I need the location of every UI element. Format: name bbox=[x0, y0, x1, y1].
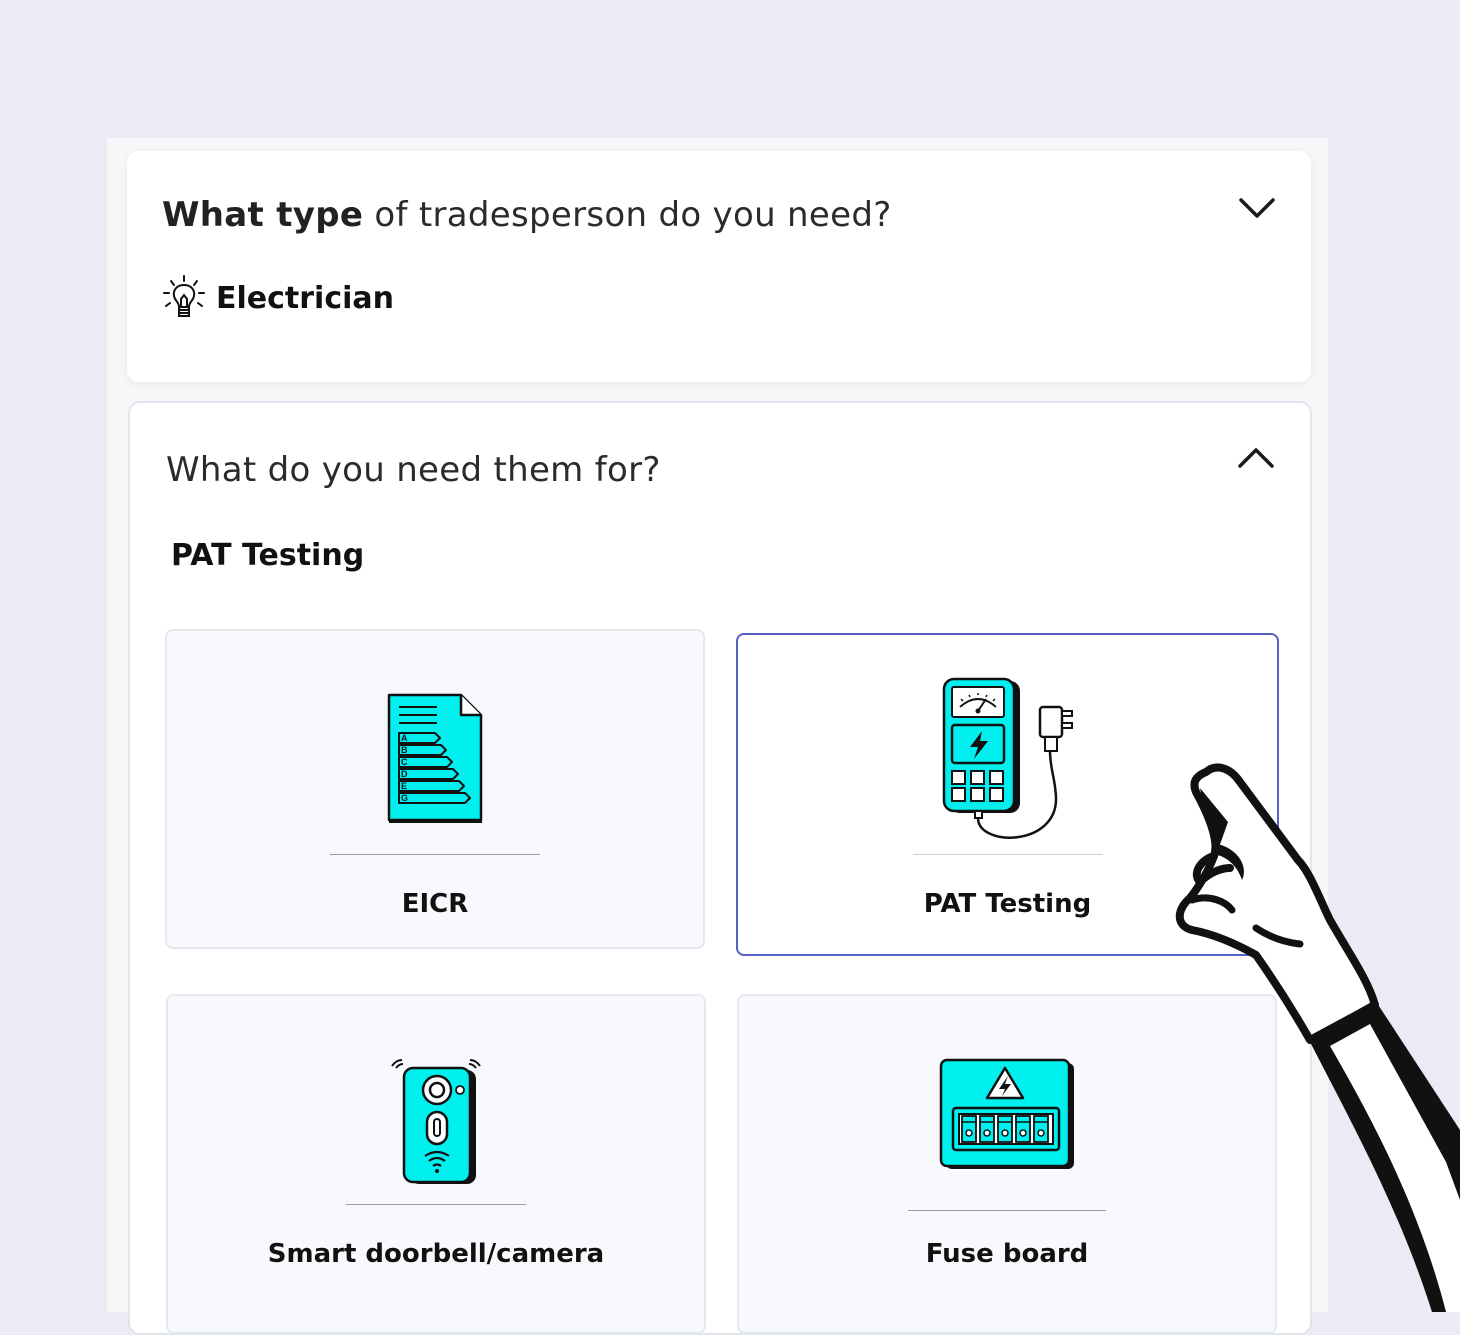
fuse-board-icon bbox=[939, 1058, 1074, 1169]
pointing-hand-illustration bbox=[1175, 763, 1460, 1312]
energy-grade-b: B bbox=[401, 745, 408, 755]
question-title-trade-type: What type of tradesperson do you need? bbox=[162, 195, 892, 235]
option-divider bbox=[908, 1210, 1106, 1211]
option-label-eicr: EICR bbox=[401, 889, 469, 919]
option-label-smart-doorbell: Smart doorbell/camera bbox=[267, 1239, 605, 1269]
question-card-job-type: What do you need them for? PAT Testing A… bbox=[128, 401, 1312, 1335]
pat-tester-icon bbox=[942, 677, 1073, 839]
energy-grade-e: E bbox=[401, 781, 407, 791]
chevron-down-icon[interactable] bbox=[1237, 193, 1277, 223]
selected-job-label: PAT Testing bbox=[171, 538, 365, 573]
energy-grade-a: A bbox=[401, 733, 408, 743]
energy-grade-d: D bbox=[401, 769, 408, 779]
option-card-eicr[interactable]: A B C D E G EICR bbox=[165, 629, 705, 949]
question-title-job-type: What do you need them for? bbox=[166, 450, 661, 490]
option-divider bbox=[330, 854, 540, 855]
smart-doorbell-icon bbox=[391, 1059, 481, 1184]
option-card-smart-doorbell[interactable]: Smart doorbell/camera bbox=[166, 994, 706, 1334]
energy-grade-g: G bbox=[401, 793, 408, 803]
question-card-trade-type[interactable]: What type of tradesperson do you need? E… bbox=[127, 151, 1311, 382]
selected-trade: Electrician bbox=[162, 275, 394, 321]
chevron-up-icon[interactable] bbox=[1236, 443, 1276, 473]
lightbulb-icon bbox=[163, 275, 205, 317]
selected-trade-label: Electrician bbox=[216, 280, 394, 316]
option-divider bbox=[346, 1204, 526, 1205]
option-divider bbox=[912, 854, 1103, 855]
energy-rating-document-icon: A B C D E G bbox=[387, 693, 483, 823]
energy-grade-c: C bbox=[401, 757, 408, 767]
